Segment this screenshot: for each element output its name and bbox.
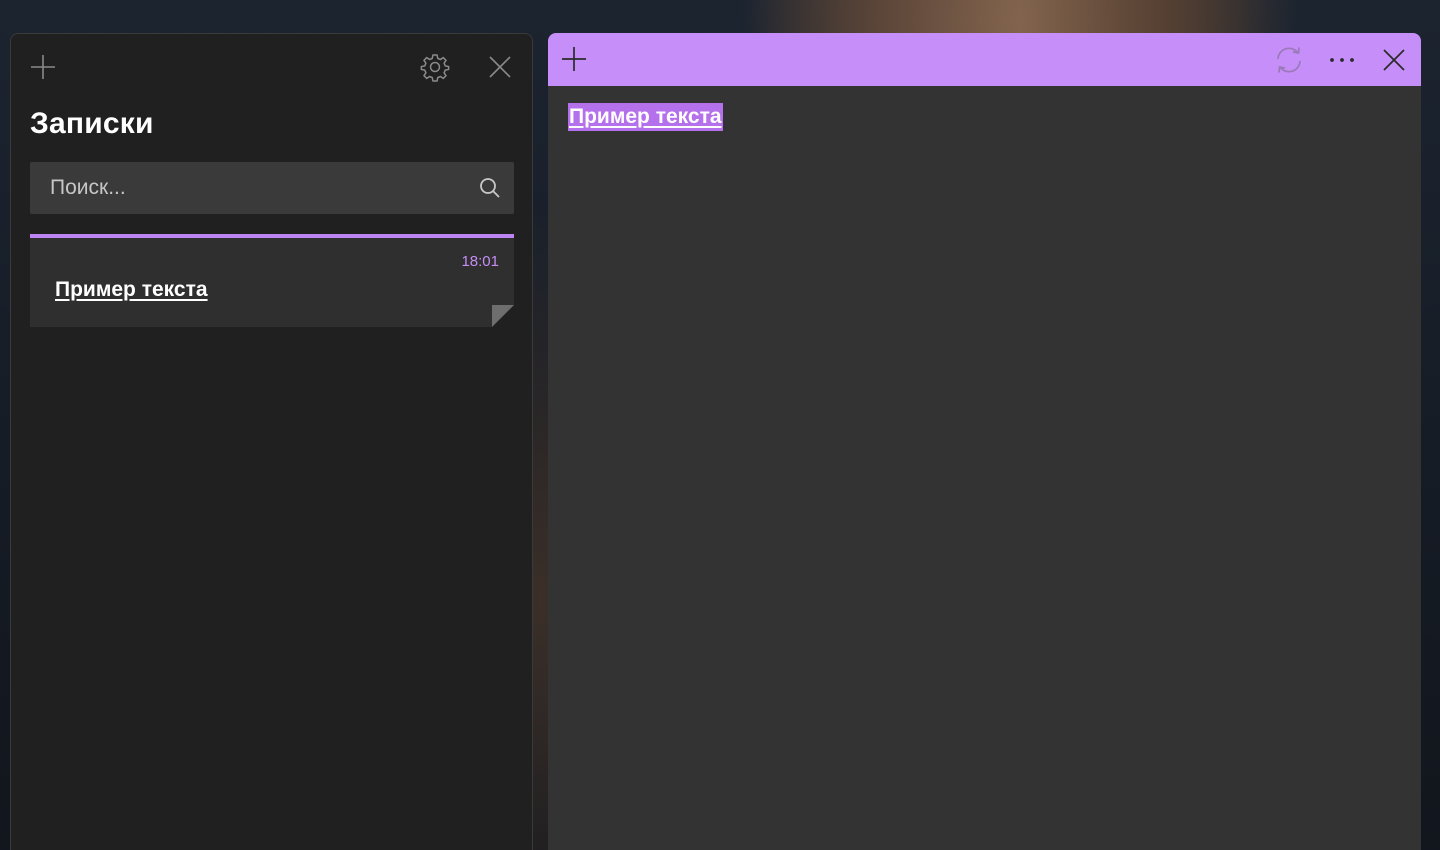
list-titlebar bbox=[11, 34, 532, 96]
close-note-button[interactable] bbox=[1374, 40, 1414, 80]
search-box bbox=[30, 162, 514, 214]
note-card[interactable]: 18:01 Пример текста bbox=[30, 234, 514, 327]
list-title: Записки bbox=[30, 107, 154, 140]
note-timestamp: 18:01 bbox=[461, 253, 499, 270]
close-icon bbox=[489, 56, 511, 78]
note-titlebar[interactable] bbox=[548, 33, 1421, 86]
note-editor-area[interactable]: Пример текста bbox=[548, 86, 1421, 850]
new-note-button[interactable] bbox=[554, 39, 594, 79]
search-icon bbox=[480, 178, 500, 198]
sync-button[interactable] bbox=[1269, 40, 1309, 80]
note-content-text[interactable]: Пример текста bbox=[568, 103, 723, 131]
desktop-wallpaper bbox=[740, 0, 1300, 36]
plus-icon bbox=[562, 47, 586, 71]
notes-list-window: Записки 18:01 Пример текста bbox=[10, 33, 533, 850]
search-button[interactable] bbox=[470, 168, 510, 208]
note-editor-window: Пример текста bbox=[548, 33, 1421, 850]
search-input[interactable] bbox=[30, 162, 460, 214]
note-corner-fold bbox=[492, 305, 514, 327]
settings-button[interactable] bbox=[415, 47, 455, 87]
more-options-button[interactable] bbox=[1322, 40, 1362, 80]
plus-icon bbox=[31, 55, 55, 79]
close-list-button[interactable] bbox=[480, 47, 520, 87]
sync-icon bbox=[1277, 47, 1301, 73]
more-icon bbox=[1330, 58, 1354, 62]
gear-icon bbox=[420, 54, 450, 82]
close-icon bbox=[1383, 49, 1405, 71]
new-note-button[interactable] bbox=[23, 47, 63, 87]
note-preview-text: Пример текста bbox=[55, 278, 208, 301]
